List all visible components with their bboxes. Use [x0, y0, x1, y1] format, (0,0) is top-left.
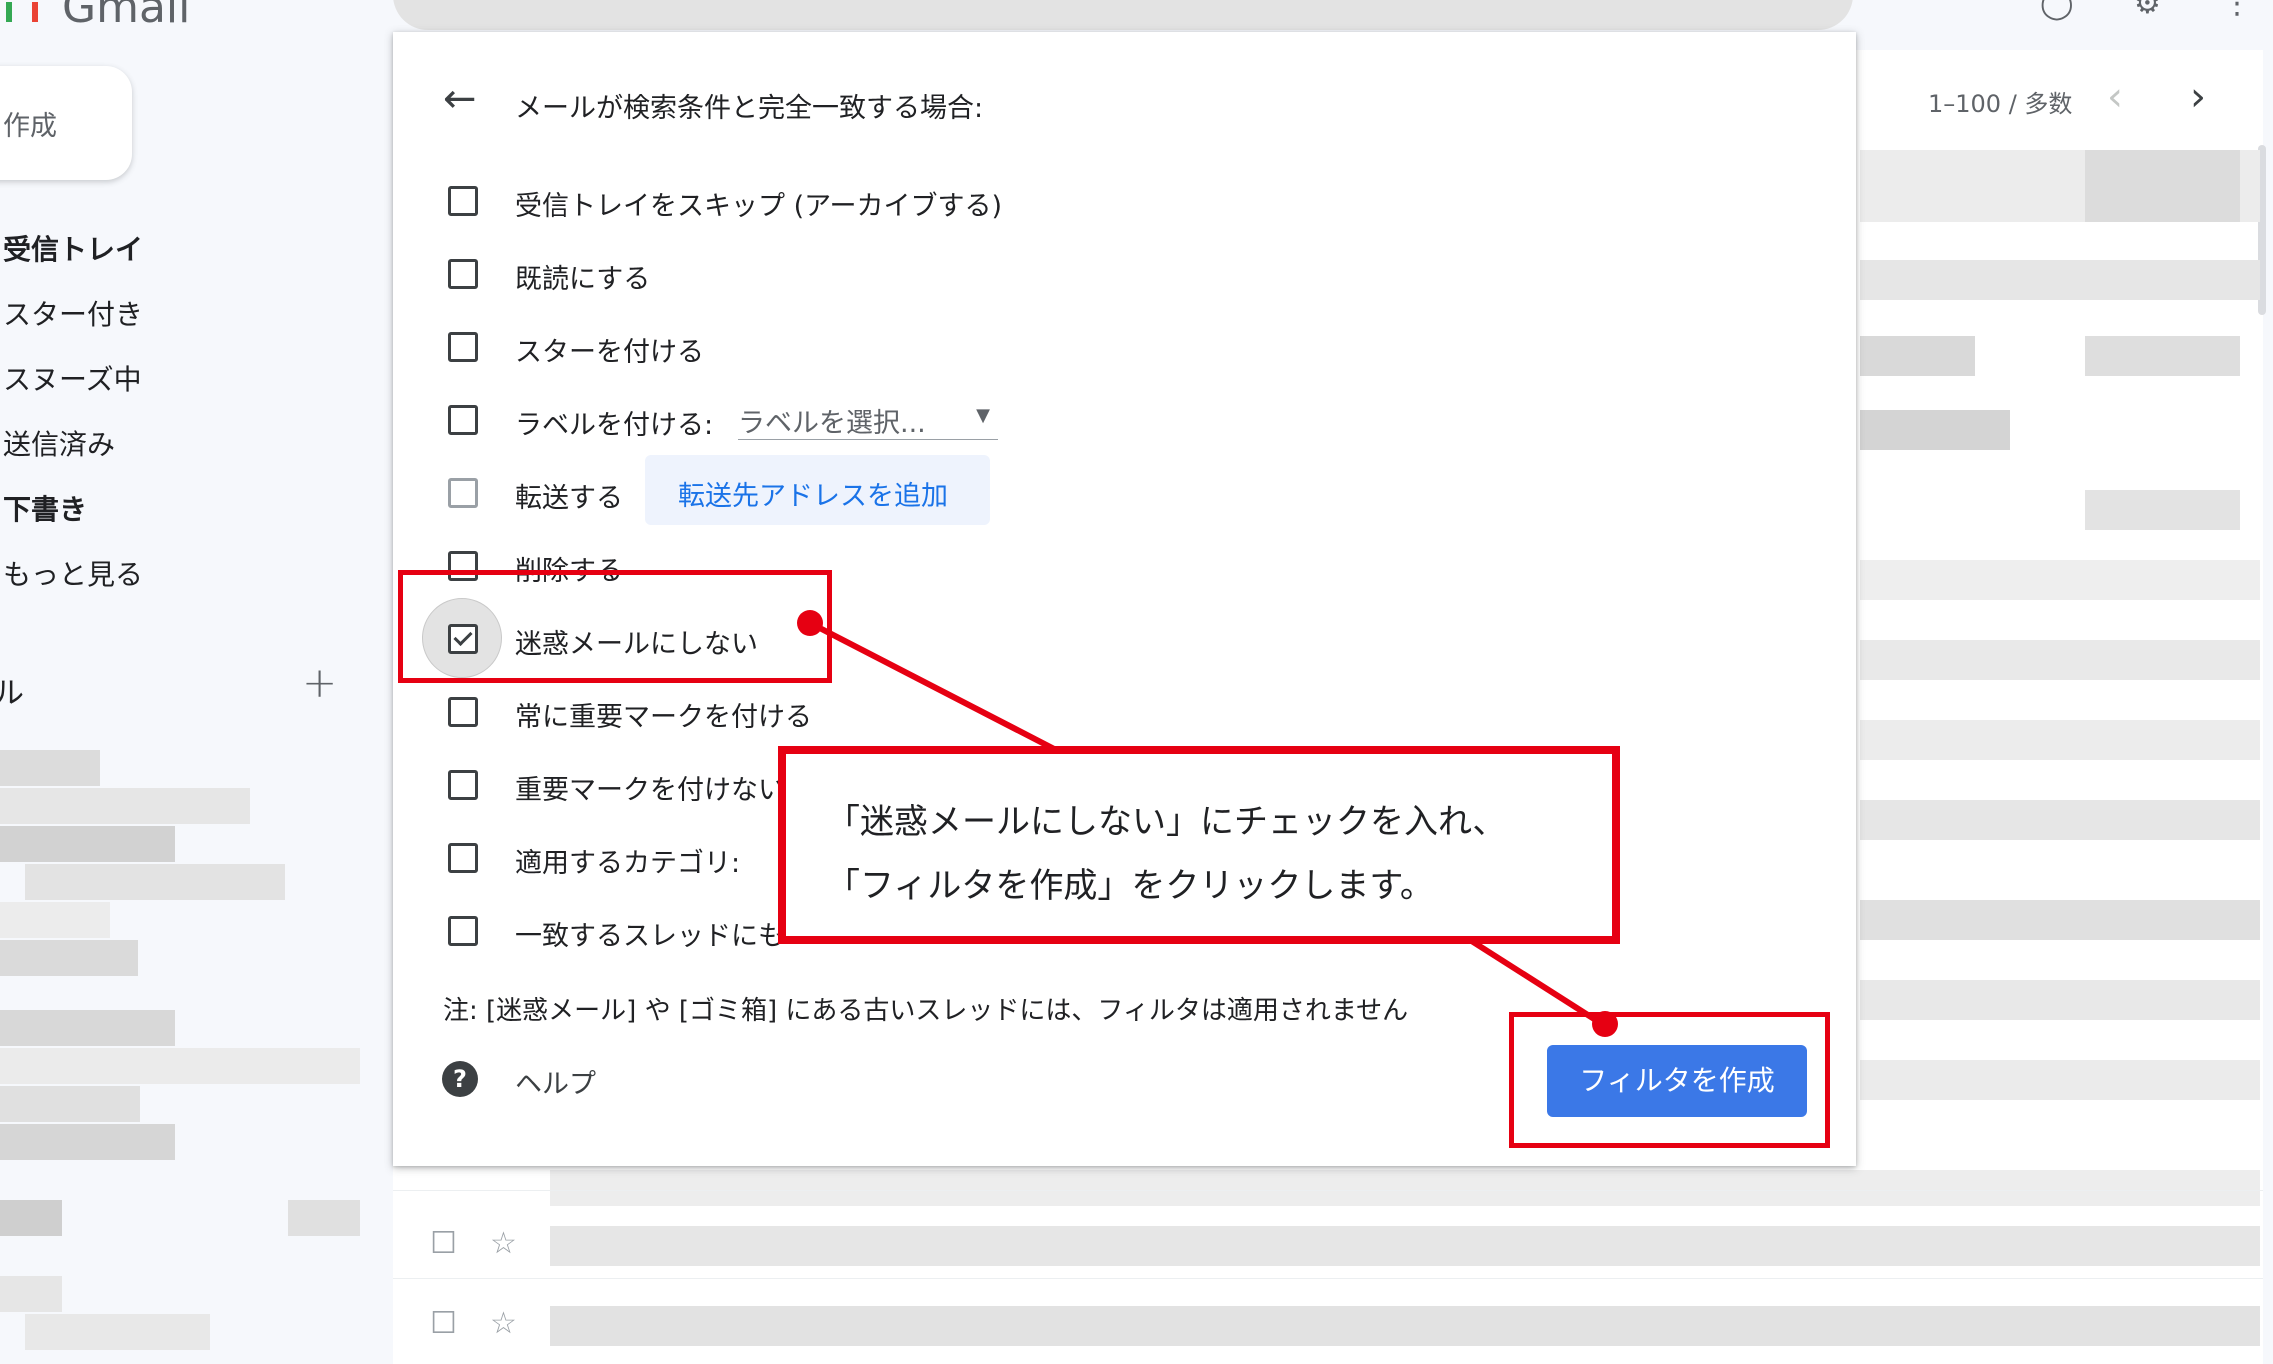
label-select-value: ラベルを選択... — [738, 408, 926, 439]
nav-item-starred[interactable]: スター付き — [3, 293, 143, 333]
option-label: 転送する — [515, 483, 623, 514]
highlight-create-filter — [1509, 1012, 1830, 1148]
filter-note: 注: [迷惑メール] や [ゴミ箱] にある古いスレッドには、フィルタは適用され… — [443, 996, 1409, 1026]
star-outline-icon[interactable]: ☆ — [490, 1226, 517, 1261]
option-star[interactable]: スターを付ける — [393, 318, 1393, 378]
star-outline-icon[interactable]: ☆ — [490, 1306, 517, 1341]
option-label: 受信トレイをスキップ (アーカイブする) — [515, 191, 1003, 222]
settings-icon[interactable]: ⚙ — [2134, 0, 2170, 21]
row-checkbox[interactable]: ☐ — [430, 1226, 457, 1261]
labels-heading: ル — [0, 676, 24, 711]
chevron-right-icon[interactable]: › — [2190, 74, 2206, 120]
chevron-left-icon[interactable]: ‹ — [2107, 74, 2123, 120]
nav-item-sent[interactable]: 送信済み — [3, 423, 115, 463]
nav-item-more[interactable]: もっと見る — [3, 553, 143, 593]
option-apply-label[interactable]: ラベルを付ける: ラベルを選択... ▼ — [393, 391, 1393, 451]
help-circle-icon[interactable]: ? — [442, 1061, 478, 1097]
checkbox-forward[interactable] — [448, 478, 478, 508]
checkbox-star[interactable] — [448, 332, 478, 362]
option-skip-inbox[interactable]: 受信トレイをスキップ (アーカイブする) — [393, 172, 1393, 232]
row-checkbox[interactable]: ☐ — [430, 1306, 457, 1341]
option-label: スターを付ける — [515, 337, 704, 368]
option-label: 適用するカテゴリ: — [515, 848, 741, 879]
top-bar: Gmail ◯ ⚙ ⋮ — [0, 0, 2273, 33]
option-always-important[interactable]: 常に重要マークを付ける — [393, 683, 1393, 743]
checkbox-apply-label[interactable] — [448, 405, 478, 435]
add-label-icon[interactable]: + — [302, 658, 337, 707]
callout-line-2: 「フィルタを作成」をクリックします。 — [826, 866, 1434, 906]
nav-item-drafts[interactable]: 下書き — [3, 488, 87, 528]
checkbox-mark-read[interactable] — [448, 259, 478, 289]
option-label: 重要マークを付けない — [515, 775, 785, 806]
callout-line-1: 「迷惑メールにしない」にチェックを入れ、 — [826, 802, 1507, 842]
option-label: 常に重要マークを付ける — [515, 702, 812, 733]
pagination-text: 1–100 / 多数 — [1928, 90, 2073, 118]
option-label: 一致するスレッドにも — [515, 921, 785, 952]
option-forward[interactable]: 転送する 転送先アドレスを追加 — [393, 455, 1393, 525]
compose-label: 作成 — [3, 111, 57, 142]
checkbox-category[interactable] — [448, 843, 478, 873]
gmail-logo[interactable]: Gmail — [6, 0, 190, 33]
checkbox-never-important[interactable] — [448, 770, 478, 800]
gmail-logo-mark-icon — [6, 2, 38, 22]
arrow-left-icon[interactable]: ← — [443, 76, 477, 122]
add-forwarding-address-label: 転送先アドレスを追加 — [678, 481, 948, 512]
label-select-dropdown[interactable]: ラベルを選択... ▼ — [738, 401, 998, 440]
gmail-logo-text: Gmail — [62, 0, 191, 33]
checkbox-never-spam[interactable] — [448, 624, 478, 654]
instruction-callout: 「迷惑メールにしない」にチェックを入れ、 「フィルタを作成」をクリックします。 — [778, 746, 1620, 944]
search-bar[interactable] — [393, 0, 1853, 30]
add-forwarding-address-button[interactable]: 転送先アドレスを追加 — [645, 455, 990, 525]
apps-icon[interactable]: ⋮ — [2222, 0, 2258, 21]
caret-down-icon: ▼ — [976, 405, 990, 426]
option-mark-read[interactable]: 既読にする — [393, 245, 1393, 305]
support-icon[interactable]: ◯ — [2040, 0, 2076, 21]
nav-item-snoozed[interactable]: スヌーズ中 — [3, 358, 142, 398]
checkbox-skip-inbox[interactable] — [448, 186, 478, 216]
dialog-title: メールが検索条件と完全一致する場合: — [515, 93, 984, 124]
nav-item-inbox[interactable]: 受信トレイ — [3, 228, 143, 268]
help-link[interactable]: ヘルプ — [515, 1062, 596, 1101]
option-label: 既読にする — [515, 264, 651, 295]
option-label: ラベルを付ける: — [515, 410, 714, 441]
checkbox-also-apply[interactable] — [448, 916, 478, 946]
checkbox-always-important[interactable] — [448, 697, 478, 727]
compose-button[interactable]: 作成 — [0, 66, 132, 180]
